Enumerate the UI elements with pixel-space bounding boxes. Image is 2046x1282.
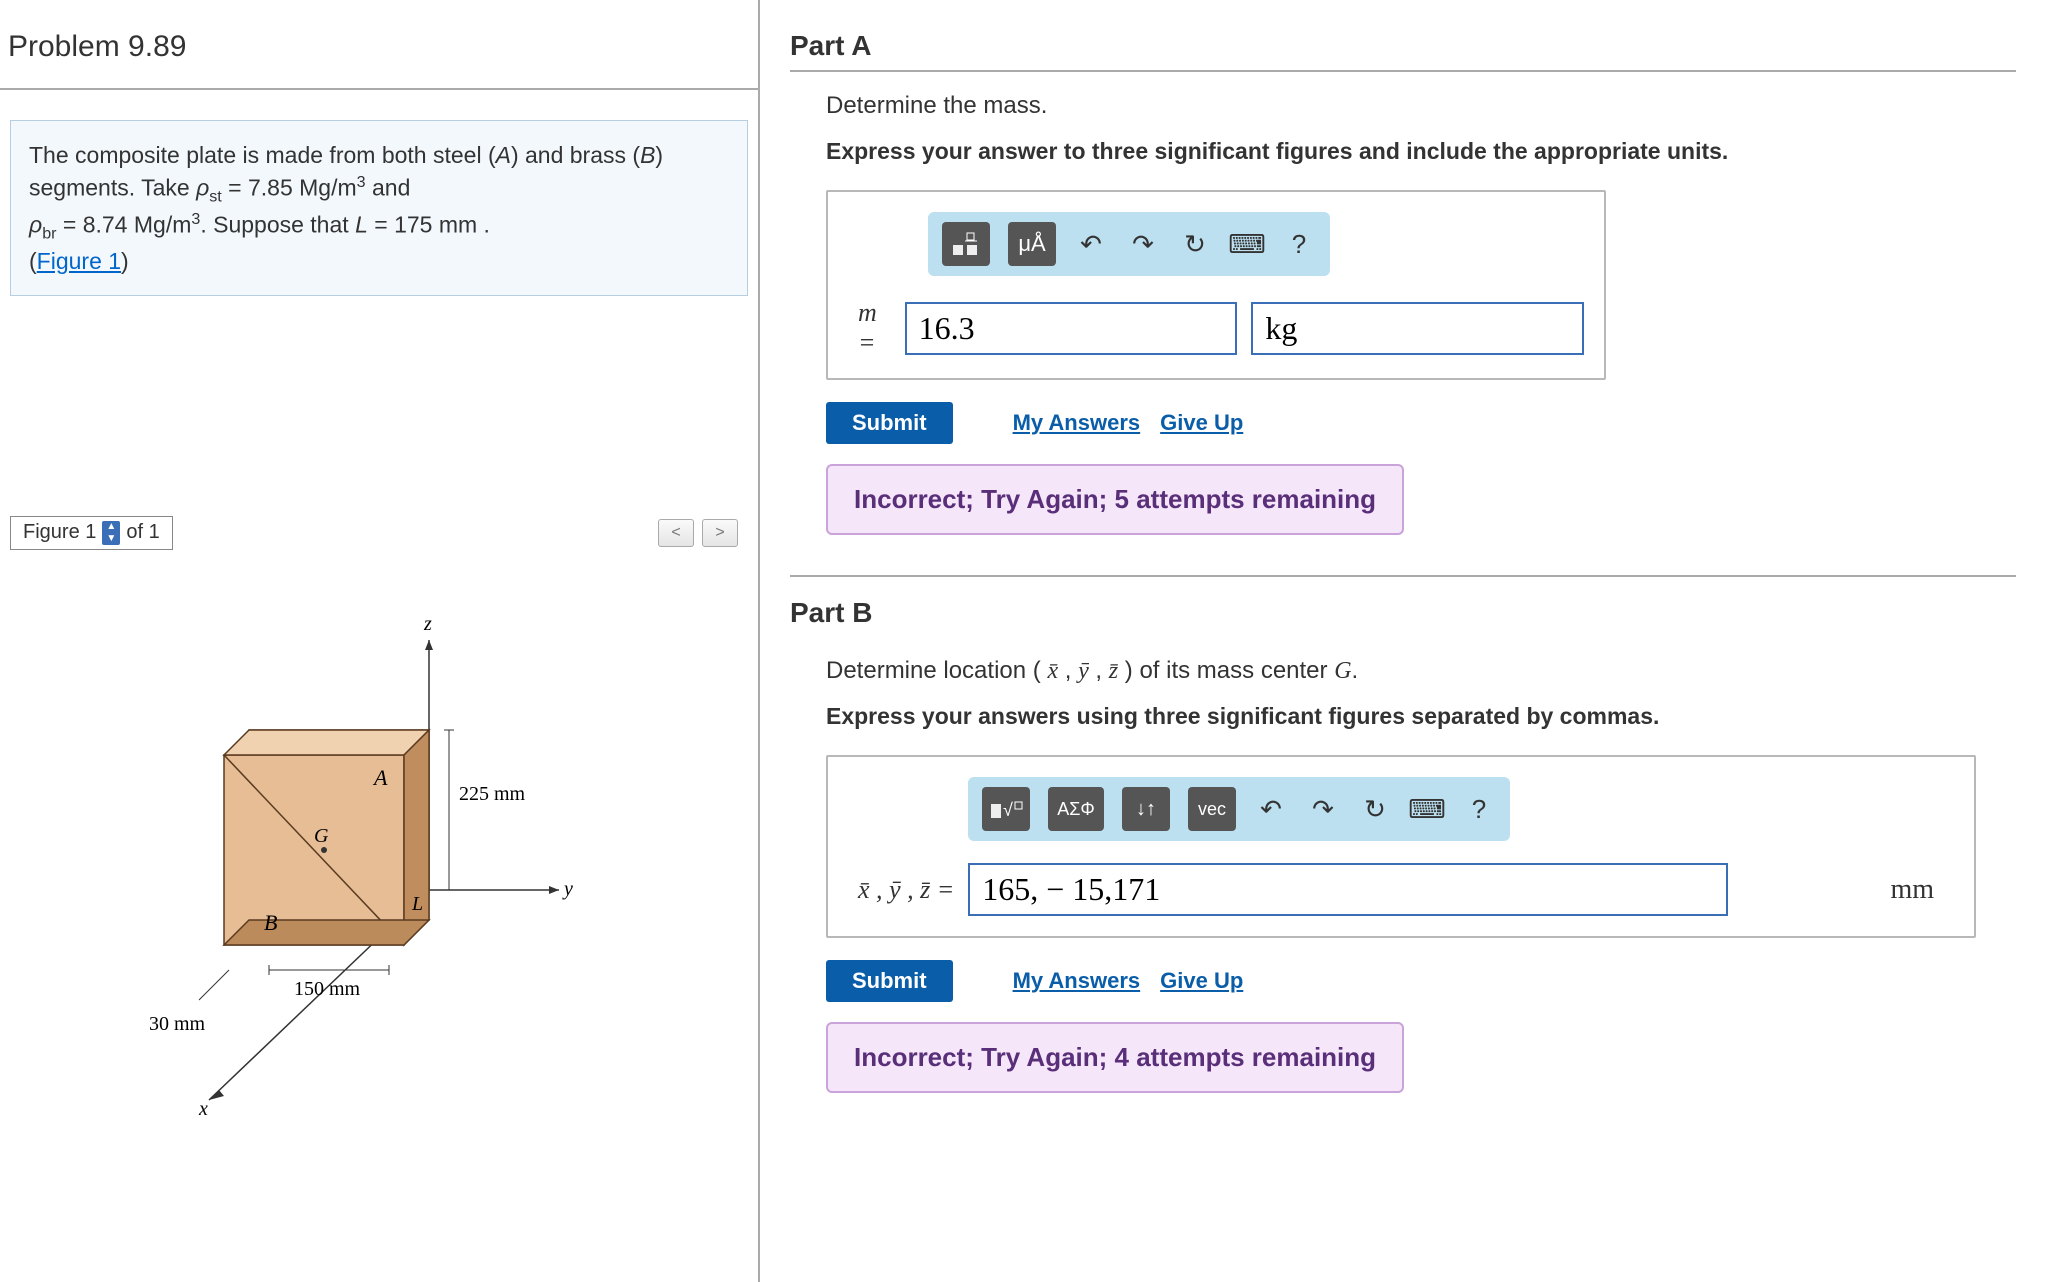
text: ) and brass ( [511,142,640,168]
figure-next-button[interactable]: > [702,519,738,547]
dim-30: 30 mm [149,1013,206,1035]
dim-225: 225 mm [459,783,526,805]
figure-of: of 1 [126,521,159,544]
help-button[interactable]: ? [1282,222,1316,266]
part-b-title: Part B [790,577,2016,637]
rho-br-val: = 8.74 Mg/m [57,212,192,238]
text: The composite plate is made from both st… [29,142,496,168]
part-a-title: Part A [790,0,2016,72]
problem-statement: The composite plate is made from both st… [10,120,748,296]
keyboard-button[interactable]: ⌨ [1230,222,1264,266]
point-G: G [314,825,329,847]
part-b-bold-instruction: Express your answers using three signifi… [826,703,2016,730]
undo-button[interactable]: ↶ [1074,222,1108,266]
part-b-my-answers-link[interactable]: My Answers [1013,968,1141,994]
label-B: B [640,142,655,168]
sort-button[interactable]: ↓↑ [1122,787,1170,831]
rho-st-val: = 7.85 Mg/m [222,175,357,201]
rho-st-sub: st [209,187,222,205]
keyboard-button[interactable]: ⌨ [1410,787,1444,831]
part-b-toolbar: √ ΑΣΦ ↓↑ vec ↶ ↷ ↻ ⌨ ? [968,777,1510,841]
suppose: . Suppose that [200,212,355,238]
help-button[interactable]: ? [1462,787,1496,831]
rho-st: ρ [196,175,209,201]
and: and [366,175,411,201]
part-b-instruction: Determine location ( x̄ , ȳ , z̄ ) of it… [826,657,2016,685]
template-button[interactable]: √ [982,787,1030,831]
rho-br: ρ [29,212,42,238]
part-a-answer-row: m = [858,298,1584,358]
axis-x: x [198,1098,208,1120]
part-a-value-input[interactable] [905,302,1238,355]
part-a-actions: Submit My Answers Give Up [826,402,2016,444]
part-b-answer-row: x̄ , ȳ , z̄ = mm [858,863,1954,916]
part-a-give-up-link[interactable]: Give Up [1160,410,1243,436]
problem-id: Problem 9.89 [0,0,758,90]
part-b-actions: Submit My Answers Give Up [826,960,2016,1002]
cube2: 3 [191,210,200,228]
axis-z: z [423,613,432,635]
part-b-submit-button[interactable]: Submit [826,960,953,1002]
units-button[interactable]: μÅ [1008,222,1056,266]
label-A: A [496,142,511,168]
part-a-answer-widget: μÅ ↶ ↷ ↻ ⌨ ? m = [826,190,1606,380]
part-a-unit-input[interactable] [1251,302,1584,355]
L-val: = 175 mm . [368,212,490,238]
part-a-instruction: Determine the mass. [826,92,2016,120]
region-B: B [264,910,277,935]
figure-stepper[interactable]: ▲▼ [102,521,120,545]
part-a-feedback: Incorrect; Try Again; 5 attempts remaini… [826,464,1404,535]
cube: 3 [357,173,366,191]
part-b-unit: mm [1890,874,1934,906]
part-a-toolbar: μÅ ↶ ↷ ↻ ⌨ ? [928,212,1330,276]
part-b-answer-widget: √ ΑΣΦ ↓↑ vec ↶ ↷ ↻ ⌨ ? x̄ , ȳ , z̄ = mm [826,755,1976,938]
figure-toolbar: Figure 1 ▲▼ of 1 < > [10,516,748,550]
vec-button[interactable]: vec [1188,787,1236,831]
reset-button[interactable]: ↻ [1358,787,1392,831]
svg-text:√: √ [1003,800,1013,820]
greek-button[interactable]: ΑΣΦ [1048,787,1104,831]
redo-button[interactable]: ↷ [1126,222,1160,266]
part-b-variable: x̄ , ȳ , z̄ = [858,875,954,905]
template-button[interactable] [942,222,990,266]
reset-button[interactable]: ↻ [1178,222,1212,266]
part-a-bold-instruction: Express your answer to three significant… [826,138,2016,165]
figure-label: Figure 1 [23,521,96,544]
dim-150: 150 mm [294,978,361,1000]
figure-link[interactable]: Figure 1 [37,248,121,274]
part-b-give-up-link[interactable]: Give Up [1160,968,1243,994]
axis-y: y [562,878,573,900]
rho-br-sub: br [42,224,56,242]
figure-image: z y x A B G [10,580,748,1140]
figure-prev-button[interactable]: < [658,519,694,547]
part-b-feedback: Incorrect; Try Again; 4 attempts remaini… [826,1022,1404,1093]
dim-L: L [411,893,423,915]
L-label: L [355,212,368,238]
part-a-variable: m = [858,298,891,358]
undo-button[interactable]: ↶ [1254,787,1288,831]
part-a-my-answers-link[interactable]: My Answers [1013,410,1141,436]
figure-selector[interactable]: Figure 1 ▲▼ of 1 [10,516,173,550]
region-A: A [372,765,388,790]
part-b-value-input[interactable] [968,863,1728,916]
redo-button[interactable]: ↷ [1306,787,1340,831]
part-a-submit-button[interactable]: Submit [826,402,953,444]
